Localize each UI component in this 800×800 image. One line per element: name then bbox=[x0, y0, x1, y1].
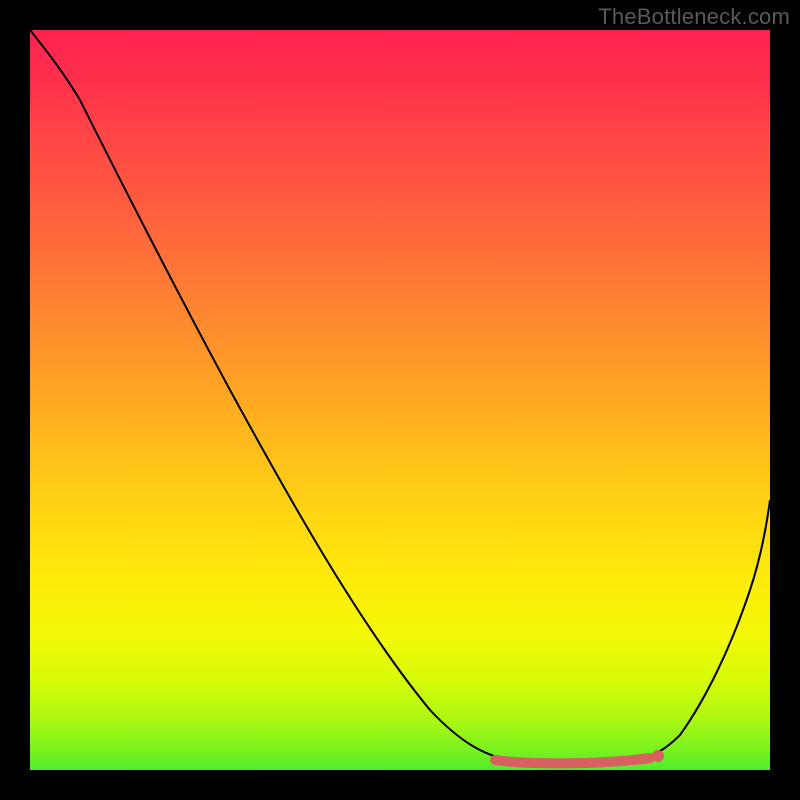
chart-stage: TheBottleneck.com bbox=[0, 0, 800, 800]
attribution-text: TheBottleneck.com bbox=[598, 4, 790, 30]
bottleneck-curve bbox=[30, 30, 770, 761]
optimal-range-end-dot bbox=[652, 750, 664, 762]
plot-overlay-svg bbox=[30, 30, 770, 770]
optimal-range-marker bbox=[495, 758, 650, 763]
